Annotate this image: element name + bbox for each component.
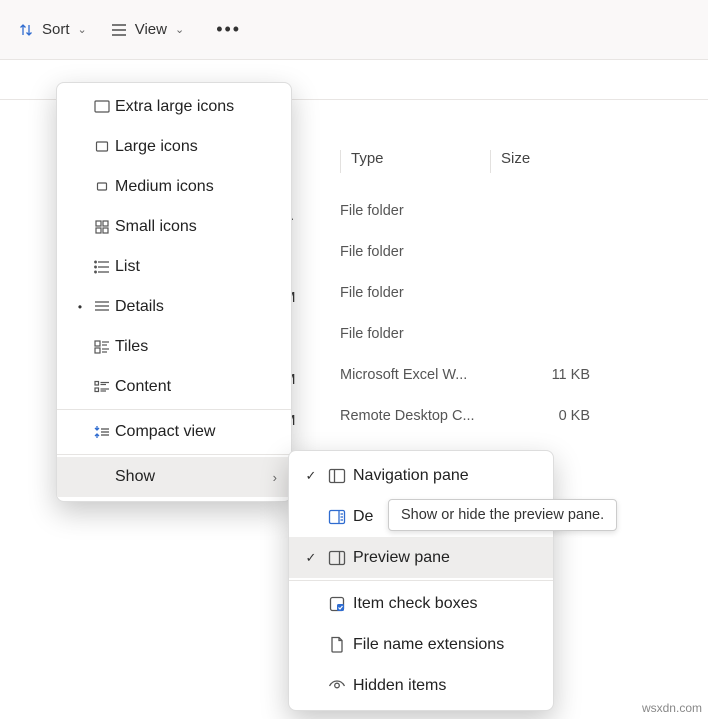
watermark: wsxdn.com — [642, 701, 702, 715]
column-headers: Type Size — [340, 150, 698, 173]
chevron-right-icon: › — [273, 470, 277, 485]
table-row[interactable]: Microsoft Excel W...11 KB — [340, 354, 698, 395]
menu-item-item-check-boxes[interactable]: Item check boxes — [289, 583, 553, 624]
tooltip: Show or hide the preview pane. — [388, 499, 617, 531]
list-icon — [111, 23, 127, 37]
menu-separator — [57, 454, 291, 455]
menu-item-preview-pane[interactable]: ✓ Preview pane — [289, 537, 553, 578]
menu-item-large-icons[interactable]: Large icons — [57, 127, 291, 167]
table-row[interactable]: Remote Desktop C...0 KB — [340, 395, 698, 436]
menu-item-medium-icons[interactable]: Medium icons — [57, 167, 291, 207]
small-icons-icon — [89, 219, 115, 235]
menu-separator — [57, 409, 291, 410]
menu-item-hidden-items[interactable]: Hidden items — [289, 665, 553, 706]
sort-button[interactable]: Sort ⌄ — [18, 21, 87, 38]
view-button[interactable]: View ⌄ — [111, 21, 184, 38]
column-size[interactable]: Size — [490, 150, 600, 173]
toolbar: Sort ⌄ View ⌄ ••• — [0, 0, 708, 60]
menu-item-show[interactable]: Show › — [57, 457, 291, 497]
file-rows: File folder File folder File folder File… — [340, 190, 698, 436]
menu-item-small-icons[interactable]: Small icons — [57, 207, 291, 247]
table-row[interactable]: File folder — [340, 272, 698, 313]
details-pane-icon — [323, 509, 351, 525]
menu-item-content[interactable]: Content — [57, 367, 291, 407]
eye-icon — [323, 680, 351, 692]
file-icon — [323, 636, 351, 653]
chevron-down-icon: ⌄ — [78, 23, 87, 36]
menu-item-file-name-extensions[interactable]: File name extensions — [289, 624, 553, 665]
menu-separator — [289, 580, 553, 581]
view-label: View — [135, 21, 167, 38]
bullet-icon: • — [71, 300, 89, 314]
column-type[interactable]: Type — [340, 150, 490, 173]
menu-item-navigation-pane[interactable]: ✓ Navigation pane — [289, 455, 553, 496]
preview-pane-icon — [323, 550, 351, 566]
check-icon: ✓ — [301, 550, 321, 566]
view-menu: Extra large icons Large icons Medium ico… — [56, 82, 292, 502]
details-view-icon — [89, 300, 115, 314]
xlarge-icons-icon — [89, 98, 115, 116]
menu-item-compact-view[interactable]: Compact view — [57, 412, 291, 452]
tiles-view-icon — [89, 340, 115, 354]
medium-icons-icon — [89, 180, 115, 194]
menu-item-list[interactable]: List — [57, 247, 291, 287]
table-row[interactable]: File folder — [340, 190, 698, 231]
show-submenu: ✓ Navigation pane De ✓ Preview pane Item… — [288, 450, 554, 711]
menu-item-xlarge-icons[interactable]: Extra large icons — [57, 87, 291, 127]
chevron-down-icon: ⌄ — [175, 23, 184, 36]
menu-item-tiles[interactable]: Tiles — [57, 327, 291, 367]
more-button[interactable]: ••• — [208, 19, 249, 40]
table-row[interactable]: File folder — [340, 231, 698, 272]
check-icon: ✓ — [301, 468, 321, 484]
large-icons-icon — [89, 139, 115, 155]
sort-icon — [18, 22, 34, 38]
sort-label: Sort — [42, 21, 70, 38]
table-row[interactable]: File folder — [340, 313, 698, 354]
content-view-icon — [89, 380, 115, 394]
list-view-icon — [89, 260, 115, 274]
navigation-pane-icon — [323, 468, 351, 484]
checkbox-icon — [323, 596, 351, 612]
compact-view-icon — [89, 424, 115, 440]
menu-item-details[interactable]: • Details — [57, 287, 291, 327]
